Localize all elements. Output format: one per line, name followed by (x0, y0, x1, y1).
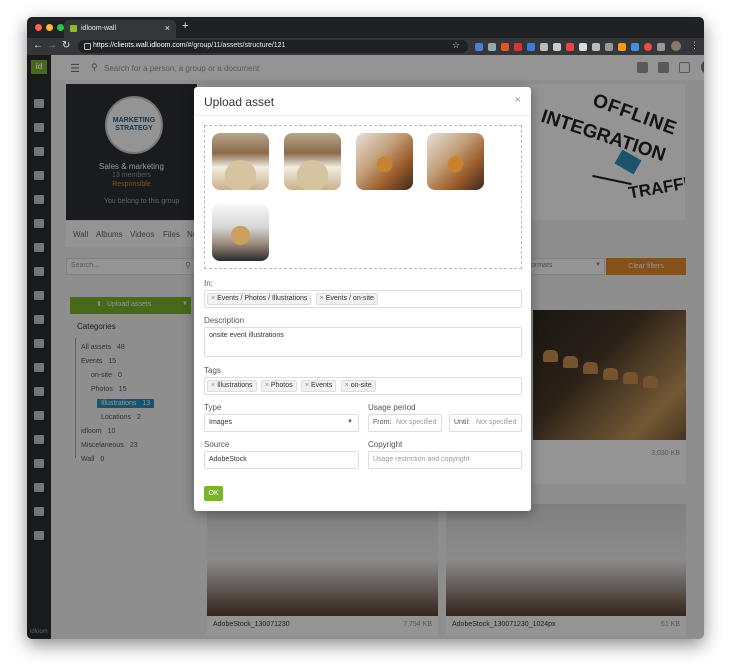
extension-icon[interactable] (475, 43, 483, 51)
browser-tab-bar: idloom-wall × + (27, 17, 704, 38)
type-select[interactable]: Images ▼ (204, 414, 359, 432)
image-dropzone[interactable] (204, 125, 522, 269)
maximize-window-button[interactable] (57, 24, 64, 31)
tags-label: Tags (204, 366, 221, 375)
back-icon[interactable]: ← (33, 40, 43, 51)
remove-chip-icon[interactable]: × (320, 295, 324, 302)
pinterest-icon[interactable] (644, 43, 652, 51)
chip-label: Events / on-site (325, 295, 374, 302)
usage-period-label: Usage period (368, 403, 416, 412)
caret-down-icon: ▼ (347, 419, 353, 425)
remove-chip-icon[interactable]: × (211, 295, 215, 302)
remove-chip-icon[interactable]: × (265, 382, 269, 389)
tag-chip: × on-site (340, 380, 376, 392)
extension-icon[interactable] (605, 43, 613, 51)
extension-icon[interactable] (514, 43, 522, 51)
upload-preview-image[interactable] (284, 133, 341, 190)
bookmark-star-icon[interactable]: ☆ (452, 40, 460, 51)
close-window-button[interactable] (35, 24, 42, 31)
tag-chip: × Illustrations (207, 380, 257, 392)
upload-preview-image[interactable] (427, 133, 484, 190)
chip-label: on-site (350, 382, 372, 389)
extension-icon[interactable] (527, 43, 535, 51)
extension-icon[interactable] (501, 43, 509, 51)
category-chip: × Events / Photos / Illustrations (207, 293, 312, 305)
modal-title: Upload asset (204, 95, 275, 109)
ok-button[interactable]: OK (204, 486, 223, 501)
type-value: Images (209, 419, 232, 426)
upload-preview-image[interactable] (212, 204, 269, 261)
chip-label: Events (310, 382, 333, 389)
rss-icon[interactable] (618, 43, 626, 51)
browser-profile-avatar[interactable] (671, 41, 681, 51)
url-path: /#/group/11/assets/structure/121 (185, 42, 286, 49)
remove-chip-icon[interactable]: × (305, 382, 309, 389)
lock-icon (84, 43, 91, 50)
until-placeholder: Not specified (476, 419, 517, 426)
browser-toolbar: ← → ↻ https://clients.wall.idloom.com/#/… (27, 38, 704, 55)
reload-icon[interactable]: ↻ (62, 40, 70, 51)
tags-field[interactable]: × Illustrations × Photos × Events × on-site (204, 377, 522, 395)
description-textarea[interactable]: onsite event illustrations (204, 327, 522, 357)
upload-preview-image[interactable] (356, 133, 413, 190)
remove-chip-icon[interactable]: × (345, 382, 349, 389)
browser-menu-icon[interactable]: ⋮ (690, 40, 699, 51)
extension-icon[interactable] (579, 43, 587, 51)
copyright-input[interactable]: Usage restriction and copyright (368, 451, 522, 469)
chip-label: Illustrations (217, 382, 253, 389)
chip-label: Events / Photos / Illustrations (217, 295, 308, 302)
upload-asset-modal: Upload asset × In: × Events / Photos / Il… (194, 87, 531, 511)
extension-icon[interactable] (488, 43, 496, 51)
copyright-label: Copyright (368, 440, 403, 449)
type-label: Type (204, 403, 222, 412)
tab-close-icon[interactable]: × (165, 23, 170, 33)
address-bar[interactable]: https://clients.wall.idloom.com/#/group/… (78, 40, 468, 53)
copyright-placeholder: Usage restriction and copyright (373, 456, 470, 463)
favicon-icon (70, 25, 77, 32)
minimize-window-button[interactable] (46, 24, 53, 31)
source-value: AdobeStock (209, 456, 247, 463)
remove-chip-icon[interactable]: × (211, 382, 215, 389)
tag-chip: × Photos (260, 380, 297, 392)
in-label: In: (204, 279, 213, 288)
url-host: https://clients.wall.idloom.com (93, 42, 186, 49)
usage-until-field[interactable]: Until: Not specified (449, 414, 522, 432)
description-label: Description (204, 316, 245, 325)
tag-chip: × Events (300, 380, 337, 392)
in-categories-field[interactable]: × Events / Photos / Illustrations × Events… (204, 290, 522, 308)
category-chip: × Events / on-site (315, 293, 378, 305)
upload-preview-image[interactable] (212, 133, 269, 190)
source-label: Source (204, 440, 230, 449)
extension-icon[interactable] (566, 43, 574, 51)
from-placeholder: Not specified (396, 419, 437, 426)
close-icon[interactable]: × (515, 94, 521, 106)
extension-icon[interactable] (631, 43, 639, 51)
tab-title: idloom-wall (81, 25, 117, 32)
description-value: onsite event illustrations (209, 332, 284, 339)
source-input[interactable]: AdobeStock (204, 451, 359, 469)
extension-icon[interactable] (553, 43, 561, 51)
forward-icon[interactable]: → (47, 40, 57, 51)
until-label: Until: (454, 419, 470, 426)
new-tab-button[interactable]: + (182, 20, 188, 32)
usage-from-field[interactable]: From: Not specified (368, 414, 442, 432)
extension-icon[interactable] (657, 43, 665, 51)
chip-label: Photos (270, 382, 293, 389)
extension-icon[interactable] (540, 43, 548, 51)
modal-divider (194, 115, 531, 116)
browser-tab[interactable]: idloom-wall × (64, 20, 176, 38)
from-label: From: (373, 419, 392, 426)
extension-icon[interactable] (592, 43, 600, 51)
